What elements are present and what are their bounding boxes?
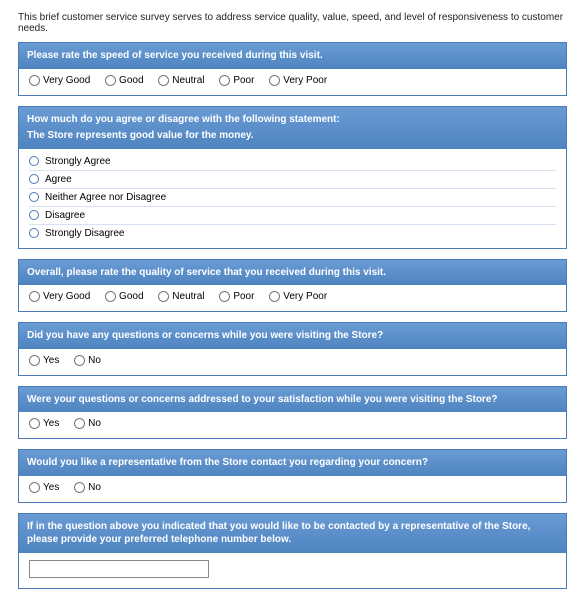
option-poor[interactable]: Poor bbox=[219, 291, 254, 302]
radio-icon[interactable] bbox=[29, 156, 39, 166]
question-concerns-addressed: Were your questions or concerns addresse… bbox=[18, 386, 567, 440]
question-contact-rep: Would you like a representative from the… bbox=[18, 449, 567, 503]
option-label: No bbox=[88, 418, 101, 429]
radio-icon[interactable] bbox=[158, 75, 169, 86]
question-speed: Please rate the speed of service you rec… bbox=[18, 42, 567, 96]
radio-icon[interactable] bbox=[29, 482, 40, 493]
option-label: No bbox=[88, 482, 101, 493]
question-prompt: Please rate the speed of service you rec… bbox=[19, 43, 566, 69]
option-label: Yes bbox=[43, 418, 59, 429]
radio-icon[interactable] bbox=[74, 482, 85, 493]
question-prompt: How much do you agree or disagree with t… bbox=[19, 107, 566, 149]
options-row: Very Good Good Neutral Poor Very Poor bbox=[19, 285, 566, 311]
question-prompt: Did you have any questions or concerns w… bbox=[19, 323, 566, 349]
option-label: Very Poor bbox=[283, 291, 327, 302]
option-very-good[interactable]: Very Good bbox=[29, 291, 90, 302]
option-no[interactable]: No bbox=[74, 482, 101, 493]
radio-icon[interactable] bbox=[74, 355, 85, 366]
option-no[interactable]: No bbox=[74, 355, 101, 366]
radio-icon[interactable] bbox=[29, 418, 40, 429]
option-label: Very Poor bbox=[283, 75, 327, 86]
option-very-poor[interactable]: Very Poor bbox=[269, 75, 327, 86]
option-label: Good bbox=[119, 75, 143, 86]
option-yes[interactable]: Yes bbox=[29, 482, 59, 493]
option-label: Neutral bbox=[172, 291, 204, 302]
input-wrap bbox=[19, 553, 566, 589]
option-disagree[interactable]: Disagree bbox=[29, 207, 556, 225]
options-row: Yes No bbox=[19, 349, 566, 375]
option-yes[interactable]: Yes bbox=[29, 355, 59, 366]
question-phone: If in the question above you indicated t… bbox=[18, 513, 567, 590]
options-row: Yes No bbox=[19, 412, 566, 438]
option-strongly-disagree[interactable]: Strongly Disagree bbox=[29, 225, 556, 242]
phone-input[interactable] bbox=[29, 560, 209, 578]
radio-icon[interactable] bbox=[29, 192, 39, 202]
option-label: No bbox=[88, 355, 101, 366]
option-label: Poor bbox=[233, 291, 254, 302]
radio-icon[interactable] bbox=[269, 291, 280, 302]
radio-icon[interactable] bbox=[269, 75, 280, 86]
option-good[interactable]: Good bbox=[105, 75, 143, 86]
question-prompt: If in the question above you indicated t… bbox=[19, 514, 566, 553]
radio-icon[interactable] bbox=[219, 291, 230, 302]
option-label: Yes bbox=[43, 355, 59, 366]
option-neutral[interactable]: Neutral bbox=[158, 291, 204, 302]
option-neither[interactable]: Neither Agree nor Disagree bbox=[29, 189, 556, 207]
option-yes[interactable]: Yes bbox=[29, 418, 59, 429]
radio-icon[interactable] bbox=[29, 355, 40, 366]
option-label: Poor bbox=[233, 75, 254, 86]
option-label: Neutral bbox=[172, 75, 204, 86]
question-value: How much do you agree or disagree with t… bbox=[18, 106, 567, 249]
option-poor[interactable]: Poor bbox=[219, 75, 254, 86]
option-neutral[interactable]: Neutral bbox=[158, 75, 204, 86]
option-good[interactable]: Good bbox=[105, 291, 143, 302]
radio-icon[interactable] bbox=[29, 75, 40, 86]
option-label: Disagree bbox=[45, 210, 85, 221]
option-label: Strongly Disagree bbox=[45, 228, 124, 239]
radio-icon[interactable] bbox=[105, 291, 116, 302]
question-prompt: Were your questions or concerns addresse… bbox=[19, 387, 566, 413]
radio-icon[interactable] bbox=[219, 75, 230, 86]
option-label: Good bbox=[119, 291, 143, 302]
question-had-concerns: Did you have any questions or concerns w… bbox=[18, 322, 567, 376]
options-row: Very Good Good Neutral Poor Very Poor bbox=[19, 69, 566, 95]
question-quality: Overall, please rate the quality of serv… bbox=[18, 259, 567, 313]
options-column: Strongly Agree Agree Neither Agree nor D… bbox=[19, 149, 566, 248]
option-very-good[interactable]: Very Good bbox=[29, 75, 90, 86]
option-very-poor[interactable]: Very Poor bbox=[269, 291, 327, 302]
question-prompt: Overall, please rate the quality of serv… bbox=[19, 260, 566, 286]
option-label: Very Good bbox=[43, 291, 90, 302]
radio-icon[interactable] bbox=[29, 210, 39, 220]
option-label: Strongly Agree bbox=[45, 156, 111, 167]
options-row: Yes No bbox=[19, 476, 566, 502]
radio-icon[interactable] bbox=[29, 174, 39, 184]
prompt-line1: How much do you agree or disagree with t… bbox=[27, 114, 340, 125]
option-label: Very Good bbox=[43, 75, 90, 86]
radio-icon[interactable] bbox=[74, 418, 85, 429]
option-label: Agree bbox=[45, 174, 72, 185]
radio-icon[interactable] bbox=[105, 75, 116, 86]
question-prompt: Would you like a representative from the… bbox=[19, 450, 566, 476]
radio-icon[interactable] bbox=[158, 291, 169, 302]
radio-icon[interactable] bbox=[29, 291, 40, 302]
option-label: Yes bbox=[43, 482, 59, 493]
option-strongly-agree[interactable]: Strongly Agree bbox=[29, 153, 556, 171]
radio-icon[interactable] bbox=[29, 228, 39, 238]
survey-intro: This brief customer service survey serve… bbox=[18, 12, 567, 34]
prompt-line2: The Store represents good value for the … bbox=[27, 129, 558, 143]
option-no[interactable]: No bbox=[74, 418, 101, 429]
option-label: Neither Agree nor Disagree bbox=[45, 192, 166, 203]
option-agree[interactable]: Agree bbox=[29, 171, 556, 189]
